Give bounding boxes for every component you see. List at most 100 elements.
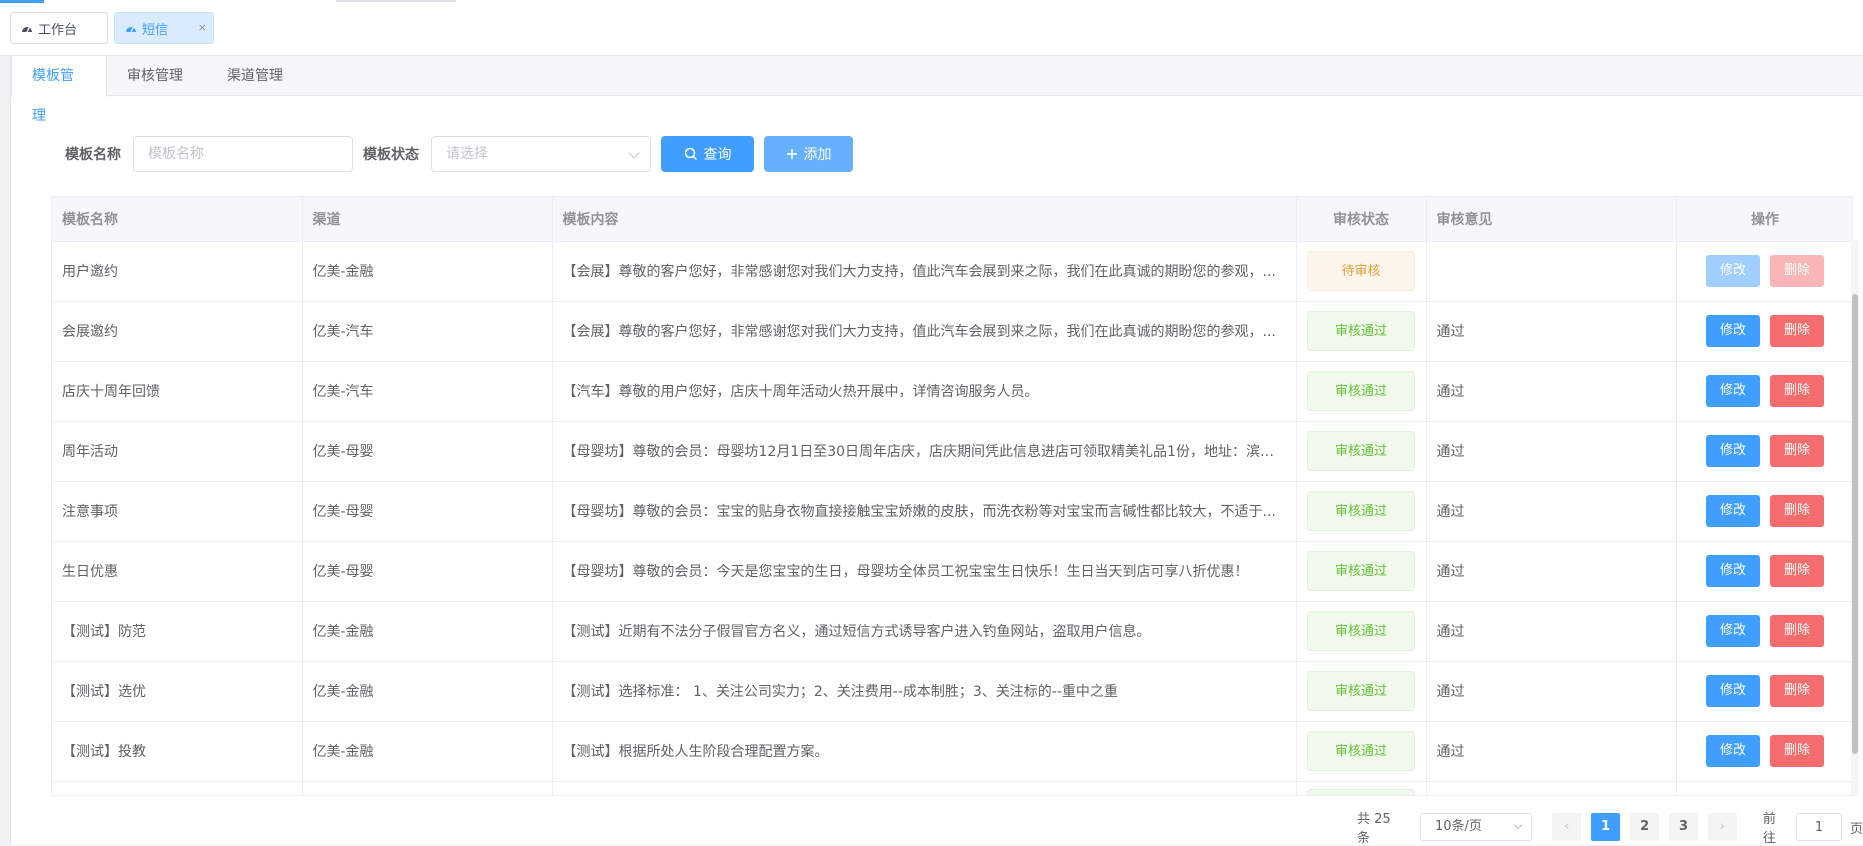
close-icon[interactable]: ×: [198, 21, 207, 34]
scrollbar-thumb[interactable]: [1852, 294, 1858, 754]
page-button-3[interactable]: 3: [1669, 813, 1698, 841]
edit-button[interactable]: 修改: [1706, 735, 1760, 767]
page-button-2[interactable]: 2: [1630, 813, 1660, 841]
template-name-cell: 【测试】投教: [52, 721, 303, 782]
status-cell: 待审核: [1296, 241, 1427, 302]
page-button-1[interactable]: 1: [1591, 813, 1621, 841]
template-name-cell: 店庆十周年回馈: [52, 361, 303, 422]
table-row: 【测试】投教 亿美-金融 【测试】根据所处人生阶段合理配置方案。 审核通过 通过 修改 删除: [52, 721, 1852, 782]
status-badge: 审核通过: [1307, 371, 1415, 411]
content-cell: 【母婴坊】尊敬的会员：母婴坊12月1日至30日周年店庆，店庆期间凭此信息进店可领…: [552, 421, 1297, 482]
actions-cell: 修改 删除: [1676, 541, 1852, 602]
opinion-cell: 通过: [1426, 721, 1677, 782]
status-cell: 审核通过: [1296, 541, 1427, 602]
add-button[interactable]: 添加: [764, 136, 853, 172]
status-badge: 待审核: [1307, 251, 1415, 291]
goto-page-input[interactable]: [1795, 813, 1842, 841]
query-button-label: 查询: [703, 147, 732, 163]
dashboard-icon: [126, 26, 136, 33]
edit-button[interactable]: 修改: [1706, 495, 1760, 527]
status-badge: 审核通过: [1307, 551, 1415, 591]
prev-page-button[interactable]: ‹: [1552, 813, 1582, 841]
goto-label: 前往: [1762, 812, 1776, 846]
section-tabs: 模板管理 审核管理 渠道管理: [11, 56, 1863, 124]
table-row: 用户邀约 亿美-金融 【会展】尊敬的客户您好，非常感谢您对我们大力支持，值此汽车会展…: [52, 241, 1852, 302]
actions-cell: 修改 删除: [1676, 601, 1852, 662]
delete-button[interactable]: 删除: [1770, 675, 1824, 707]
column-header: 审核意见: [1426, 197, 1677, 242]
content-cell: 【测试】近期有不法分子假冒官方名义，通过短信方式诱导客户进入钓鱼网站，盗取用户信…: [552, 601, 1297, 662]
column-header: 审核状态: [1296, 197, 1427, 242]
delete-button[interactable]: 删除: [1770, 435, 1824, 467]
edit-button[interactable]: 修改: [1706, 555, 1760, 587]
next-page-button[interactable]: ›: [1707, 813, 1737, 841]
delete-button[interactable]: 删除: [1770, 555, 1824, 587]
content-cell: 【母婴坊】尊敬的会员：今天是您宝宝的生日，母婴坊全体员工祝宝宝生日快乐！生日当天…: [552, 541, 1297, 602]
edit-button[interactable]: 修改: [1706, 435, 1760, 467]
plus-icon: [786, 149, 797, 159]
query-button[interactable]: 查询: [661, 136, 754, 172]
opinion-cell: 通过: [1426, 661, 1677, 722]
tag-tab-label: 短信: [142, 22, 169, 38]
status-badge: 审核通过: [1307, 611, 1415, 651]
status-cell: 审核通过: [1296, 601, 1427, 662]
channel-cell: 亿美-母婴: [302, 541, 553, 602]
edit-button[interactable]: 修改: [1706, 315, 1760, 347]
status-badge: 审核通过: [1307, 491, 1415, 531]
table-row: 店庆十周年回馈 亿美-汽车 【汽车】尊敬的用户您好，店庆十周年活动火热开展中，详情咨…: [52, 361, 1852, 422]
status-badge: 审核通过: [1307, 431, 1415, 471]
delete-button[interactable]: 删除: [1770, 495, 1824, 527]
table-row: 周年活动 亿美-母婴 【母婴坊】尊敬的会员：母婴坊12月1日至30日周年店庆，店庆期…: [52, 421, 1852, 482]
pagination: 共 25 条 10条/页 ‹ 1 2 3 › 前往 页: [1357, 811, 1863, 846]
template-name-input[interactable]: [133, 136, 353, 172]
channel-cell: 亿美-母婴: [302, 421, 553, 482]
opinion-cell: 通过: [1426, 301, 1677, 362]
status-badge: 审核通过: [1307, 311, 1415, 351]
edit-button[interactable]: 修改: [1706, 255, 1760, 287]
actions-cell: 修改 删除: [1676, 241, 1852, 302]
edit-button[interactable]: 修改: [1706, 675, 1760, 707]
opinion-cell: 通过: [1426, 541, 1677, 602]
tag-tab-sms[interactable]: 短信 ×: [114, 12, 214, 44]
column-header: 模板内容: [552, 197, 1297, 242]
pagination-total: 共 25 条: [1357, 812, 1391, 846]
delete-button[interactable]: 删除: [1770, 615, 1824, 647]
content-cell: 【汽车】尊敬的用户您好，店庆十周年活动火热开展中，详情咨询服务人员。: [552, 361, 1297, 422]
add-button-label: 添加: [803, 147, 832, 163]
template-name-label: 模板名称: [65, 147, 121, 163]
template-status-select[interactable]: 请选择: [431, 136, 651, 172]
channel-cell: 亿美-金融: [302, 721, 553, 782]
page-size-value: 10条/页: [1434, 819, 1482, 834]
actions-cell: 修改 删除: [1676, 661, 1852, 722]
page-size-select[interactable]: 10条/页: [1419, 813, 1533, 841]
actions-cell: 修改 删除: [1676, 421, 1852, 482]
edit-button[interactable]: 修改: [1706, 375, 1760, 407]
column-header: 操作: [1676, 197, 1852, 242]
delete-button[interactable]: 删除: [1770, 375, 1824, 407]
delete-button[interactable]: 删除: [1770, 315, 1824, 347]
goto-suffix: 页: [1849, 821, 1863, 837]
search-form: 模板名称 模板状态 请选择 查询 添加: [65, 136, 853, 172]
delete-button[interactable]: 删除: [1770, 255, 1824, 287]
tab-channel-management[interactable]: 渠道管理: [207, 56, 307, 96]
status-badge: 审核通过: [1307, 731, 1415, 771]
status-cell: 审核通过: [1296, 661, 1427, 722]
table-header-row: 模板名称 渠道 模板内容 审核状态 审核意见 操作: [52, 197, 1852, 242]
column-header: 渠道: [302, 197, 553, 242]
status-cell: 审核通过: [1296, 721, 1427, 782]
template-name-cell: 【测试】选优: [52, 661, 303, 722]
opinion-cell: 通过: [1426, 421, 1677, 482]
delete-button[interactable]: 删除: [1770, 735, 1824, 767]
template-name-cell: 会展邀约: [52, 301, 303, 362]
content-cell: 【测试】选择标准： 1、关注公司实力；2、关注费用--成本制胜；3、关注标的--…: [552, 661, 1297, 722]
edit-button[interactable]: 修改: [1706, 615, 1760, 647]
table-scrollbar[interactable]: [1851, 240, 1859, 796]
tag-tab-dashboard[interactable]: 工作台: [10, 12, 108, 44]
tab-template-management[interactable]: 模板管理: [11, 56, 107, 124]
chevron-down-icon: [1514, 820, 1523, 830]
table-row: 【测试】防范 亿美-金融 【测试】近期有不法分子假冒官方名义，通过短信方式诱导客户进…: [52, 601, 1852, 662]
channel-cell: 亿美-金融: [302, 601, 553, 662]
tab-review-management[interactable]: 审核管理: [107, 56, 207, 96]
actions-cell: 修改 删除: [1676, 481, 1852, 542]
actions-cell: 修改 删除: [1676, 721, 1852, 782]
